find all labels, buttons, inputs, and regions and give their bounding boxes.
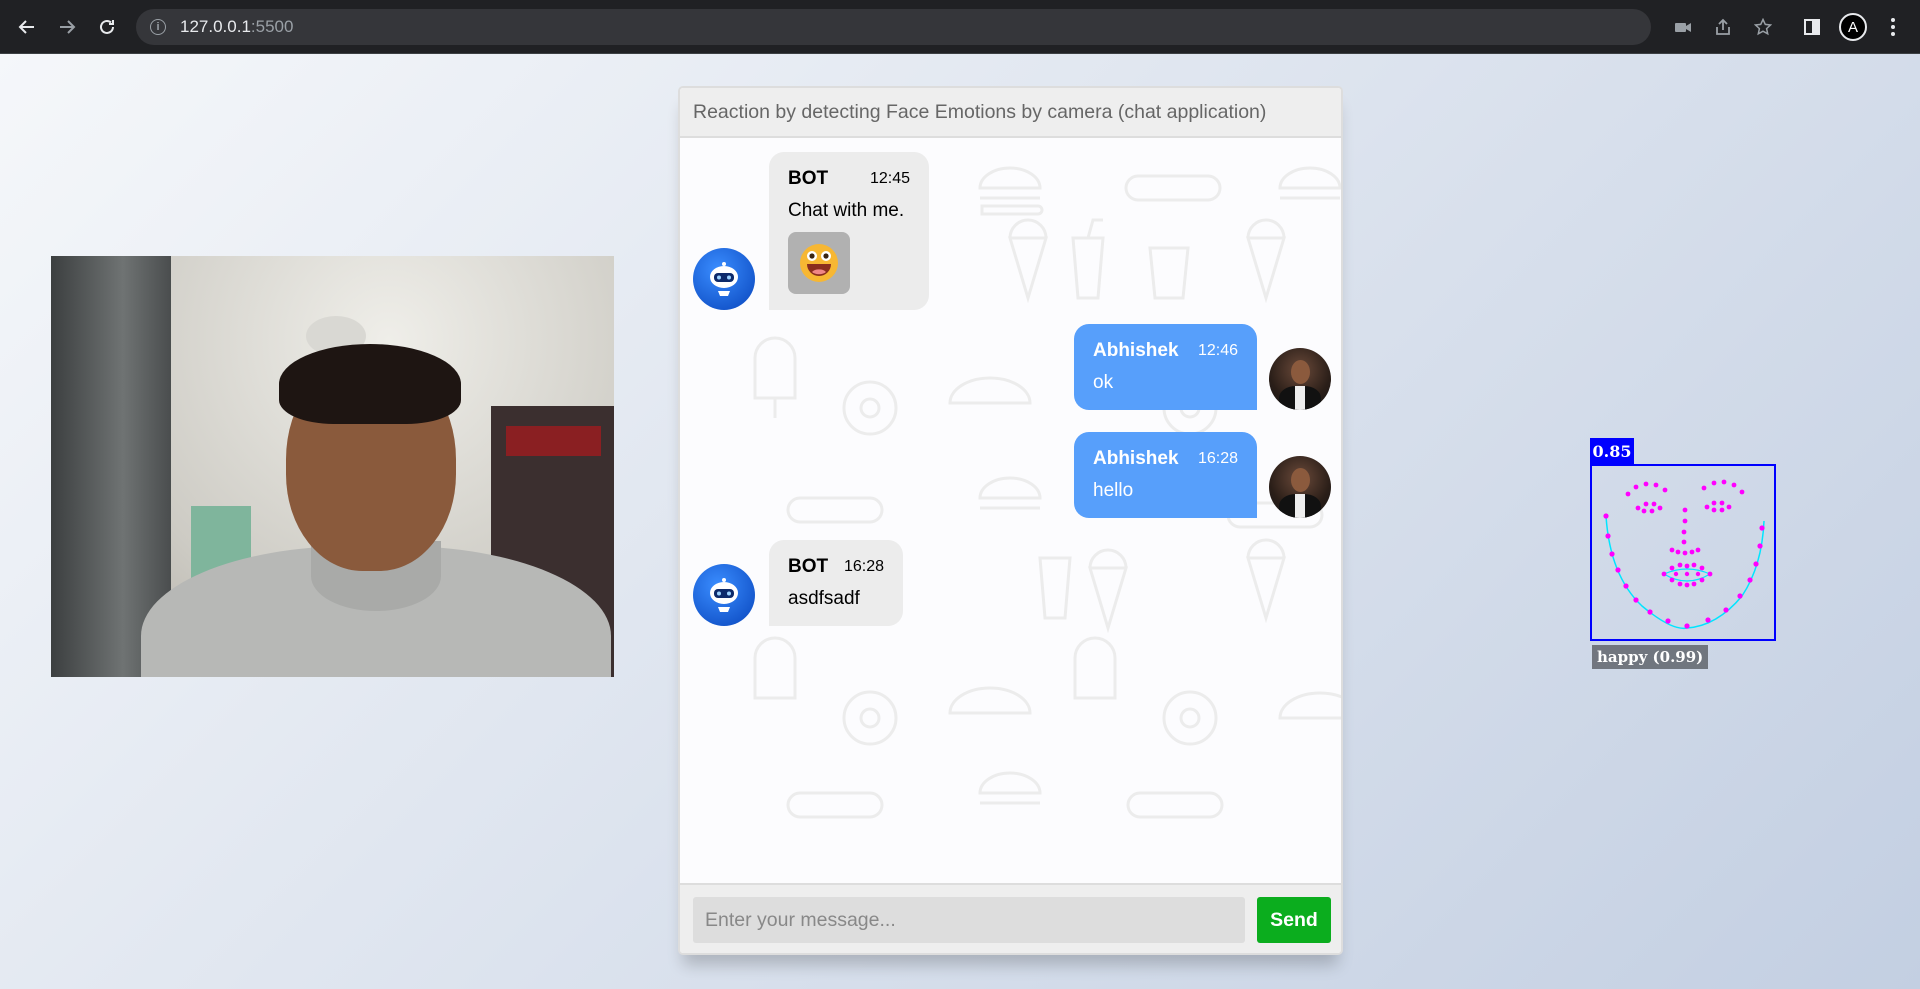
grinning-face-icon: [800, 244, 838, 282]
menu-kebab-icon[interactable]: [1880, 14, 1906, 40]
message-sender: BOT: [788, 168, 829, 189]
face-landmarks: [1603, 479, 1765, 630]
message-bubble: Abhishek 16:28 hello: [1074, 432, 1257, 518]
message-time: 16:28: [843, 558, 884, 575]
bookmark-star-icon[interactable]: [1753, 17, 1773, 36]
side-panel-icon[interactable]: [1799, 14, 1825, 40]
message-sender: BOT: [788, 556, 829, 577]
message-bubble: BOT 12:45 Chat with me.: [769, 152, 929, 310]
message-text: hello: [1093, 480, 1134, 501]
chat-message: Abhishek 16:28 hello: [1074, 432, 1331, 518]
bot-avatar: [693, 564, 755, 626]
chat-title: Reaction by detecting Face Emotions by c…: [693, 100, 1267, 123]
chat-messages[interactable]: BOT 12:45 Chat with me. Abhishek 12:46 o…: [680, 138, 1341, 883]
user-avatar: [1269, 456, 1331, 518]
share-icon[interactable]: [1714, 18, 1732, 36]
message-input[interactable]: [693, 897, 1245, 943]
message-time: 12:45: [869, 170, 910, 187]
reload-icon[interactable]: [91, 11, 123, 43]
chat-message: Abhishek 12:46 ok: [1074, 324, 1331, 410]
send-button[interactable]: Send: [1257, 897, 1331, 943]
camera-icon[interactable]: [1674, 18, 1692, 36]
message-info: BOT 16:28: [788, 556, 884, 578]
robot-icon: [710, 578, 738, 612]
chat-window: Reaction by detecting Face Emotions by c…: [678, 86, 1343, 955]
chat-message: BOT 12:45 Chat with me.: [693, 152, 929, 310]
message-bubble: Abhishek 12:46 ok: [1074, 324, 1257, 410]
message-time: 12:46: [1197, 342, 1238, 359]
face-detection-box: [1590, 464, 1776, 641]
message-sender: Abhishek: [1093, 448, 1179, 469]
message-info: BOT 12:45: [788, 168, 910, 190]
message-bubble: BOT 16:28 asdfsadf: [769, 540, 903, 626]
profile-avatar[interactable]: A: [1839, 13, 1867, 41]
bot-avatar: [693, 248, 755, 310]
message-text: asdfsadf: [788, 588, 860, 609]
browser-toolbar: i 127.0.0.1:5500 A: [0, 0, 1920, 54]
message-time: 16:28: [1197, 450, 1238, 467]
message-sender: Abhishek: [1093, 340, 1179, 361]
chat-message: BOT 16:28 asdfsadf: [693, 540, 903, 626]
site-info-icon[interactable]: i: [150, 19, 166, 35]
forward-icon[interactable]: [51, 11, 83, 43]
message-composer: Send: [680, 883, 1341, 953]
back-icon[interactable]: [11, 11, 43, 43]
url-text: 127.0.0.1:5500: [180, 17, 294, 36]
emotion-reaction: [788, 232, 850, 294]
message-info: Abhishek 12:46: [1093, 340, 1238, 362]
address-bar[interactable]: i 127.0.0.1:5500: [136, 9, 1773, 45]
user-avatar: [1269, 348, 1331, 410]
message-text: Chat with me.: [788, 200, 905, 221]
message-info: Abhishek 16:28: [1093, 448, 1238, 470]
emotion-label: happy (0.99): [1592, 645, 1709, 669]
chat-header: Reaction by detecting Face Emotions by c…: [680, 88, 1341, 138]
robot-icon: [710, 262, 738, 296]
webcam-video: [51, 256, 614, 677]
detection-score: 0.85: [1590, 438, 1634, 464]
message-text: ok: [1093, 372, 1114, 393]
